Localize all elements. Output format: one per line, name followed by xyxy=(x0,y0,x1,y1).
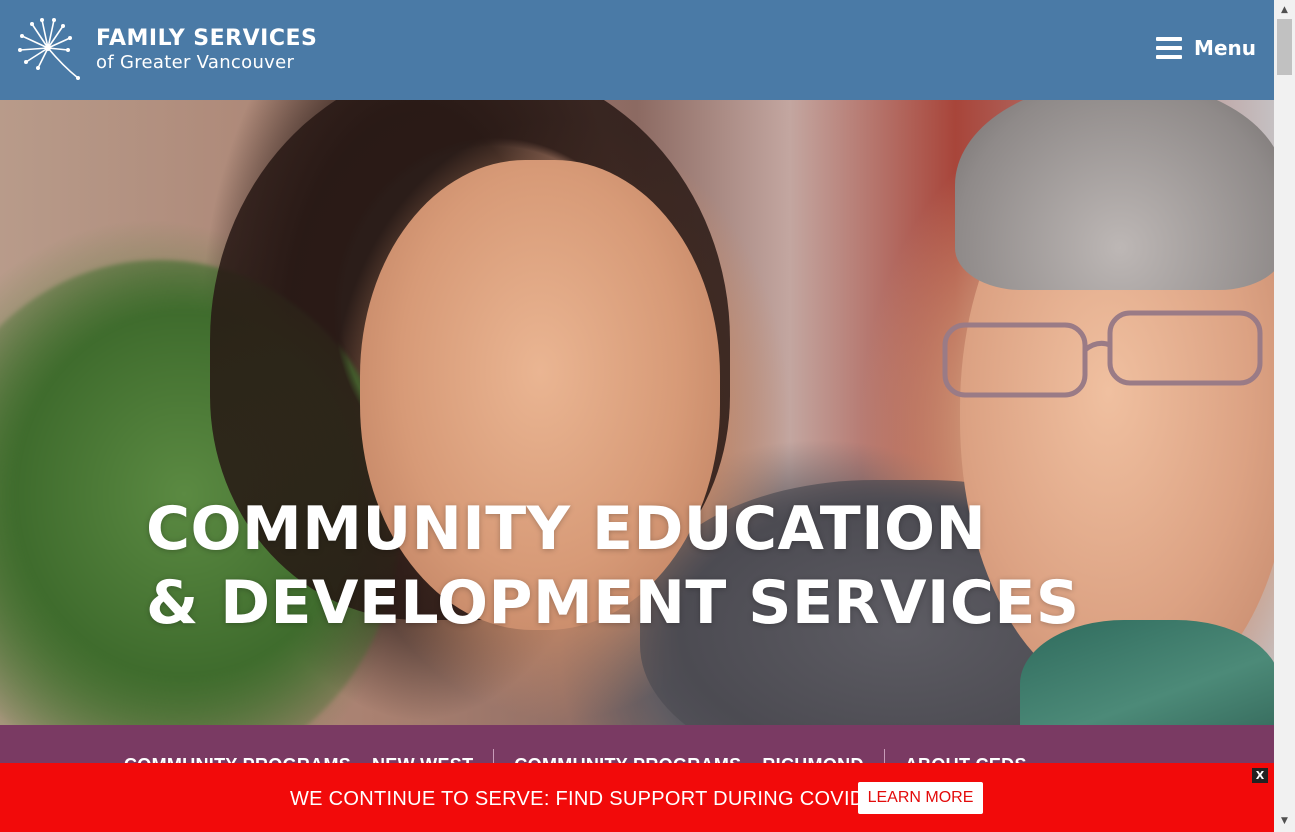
scroll-down-arrow-icon[interactable]: ▼ xyxy=(1274,813,1295,830)
site-header: FAMILY SERVICES of Greater Vancouver Men… xyxy=(0,0,1274,100)
menu-label: Menu xyxy=(1194,36,1256,60)
logo-title: FAMILY SERVICES xyxy=(96,26,318,51)
covid-banner: WE CONTINUE TO SERVE: FIND SUPPORT DURIN… xyxy=(0,763,1274,832)
logo-subtitle: of Greater Vancouver xyxy=(96,52,295,73)
learn-more-button[interactable]: LEARN MORE xyxy=(858,782,983,814)
site-logo[interactable]: FAMILY SERVICES of Greater Vancouver xyxy=(18,18,317,82)
logo-text: FAMILY SERVICES of Greater Vancouver xyxy=(96,26,317,74)
close-banner-button[interactable]: X xyxy=(1252,768,1268,783)
page-title-line1: COMMUNITY EDUCATION xyxy=(146,494,987,564)
menu-button[interactable]: Menu xyxy=(1156,36,1256,60)
hero-banner: COMMUNITY EDUCATION & DEVELOPMENT SERVIC… xyxy=(0,100,1274,725)
page-scrollbar[interactable]: ▲ ▼ xyxy=(1274,0,1295,832)
covid-banner-text: WE CONTINUE TO SERVE: FIND SUPPORT DURIN… xyxy=(290,788,895,810)
hero-photo-glasses xyxy=(942,310,1263,398)
scroll-up-arrow-icon[interactable]: ▲ xyxy=(1274,2,1295,19)
scrollbar-thumb[interactable] xyxy=(1277,19,1292,75)
page-title: COMMUNITY EDUCATION & DEVELOPMENT SERVIC… xyxy=(146,492,1080,640)
page-title-line2: & DEVELOPMENT SERVICES xyxy=(146,568,1080,638)
hero-photo-hair-elder xyxy=(955,100,1274,290)
hamburger-icon xyxy=(1156,37,1183,59)
dandelion-icon xyxy=(18,18,80,80)
